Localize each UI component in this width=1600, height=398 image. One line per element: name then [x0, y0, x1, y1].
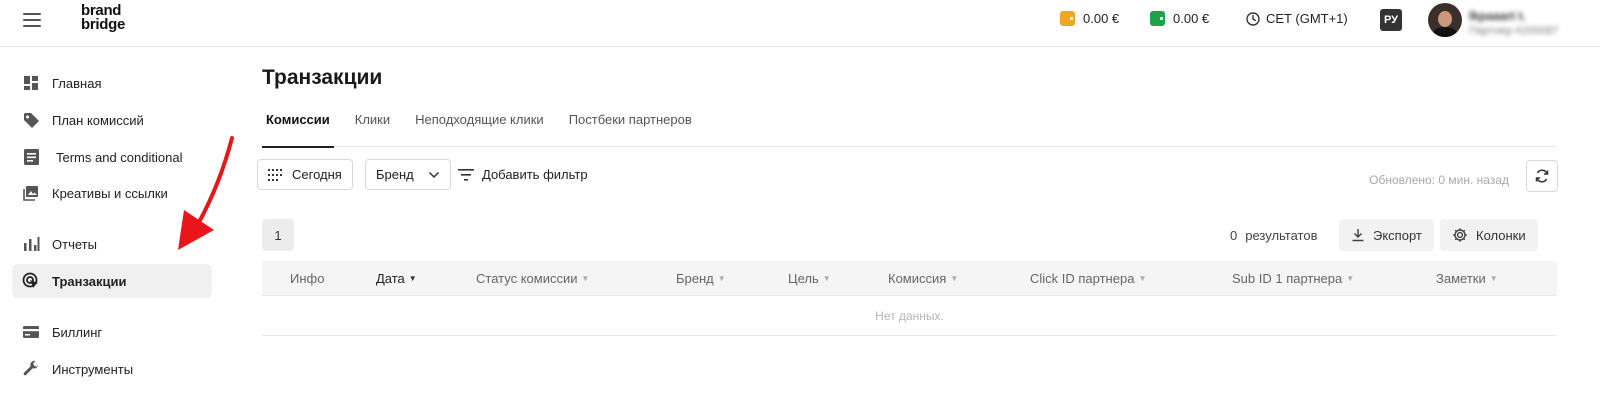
clock-icon	[1246, 11, 1260, 26]
user-partner-id: Партнер #200087	[1469, 25, 1559, 37]
wallet-amount-1: 0.00 €	[1083, 11, 1120, 26]
pagination-page[interactable]: 1	[262, 219, 294, 251]
chevron-down-icon	[428, 171, 439, 178]
credit-card-icon	[22, 323, 40, 341]
column-header-goal[interactable]: Цель ▼	[788, 271, 831, 286]
filter-icon	[458, 168, 474, 181]
refresh-icon	[1535, 169, 1549, 183]
column-header-sub-id[interactable]: Sub ID 1 партнера ▼	[1232, 271, 1354, 286]
results-label: результатов	[1245, 228, 1318, 243]
logo[interactable]: brand bridge	[81, 3, 126, 33]
brand-filter-dropdown[interactable]: Бренд	[365, 159, 451, 190]
sidebar-item-label: Биллинг	[52, 324, 103, 340]
column-header-commission[interactable]: Комиссия ▼	[888, 271, 958, 286]
results-number: 0	[1230, 228, 1238, 243]
red-arrow-icon	[178, 136, 234, 250]
sort-caret-icon: ▼	[1346, 274, 1355, 283]
tab-commissions[interactable]: Комиссии	[262, 107, 334, 148]
download-icon	[1352, 229, 1364, 242]
column-header-click-id[interactable]: Click ID партнера ▼	[1030, 271, 1146, 286]
column-header-brand[interactable]: Бренд ▼	[676, 271, 726, 286]
column-header-date[interactable]: Дата ▼	[376, 271, 417, 286]
logo-line-2: bridge	[81, 16, 126, 33]
sidebar-item-home[interactable]: Главная	[12, 66, 212, 100]
top-bar: brand bridge 0.00 € 0.00 € CET (GMT+1) Р…	[0, 0, 1600, 47]
date-filter-label: Сегодня	[292, 167, 342, 182]
column-header-info: Инфо	[290, 271, 325, 286]
calendar-grid-icon	[268, 168, 282, 181]
sidebar-item-label: Главная	[52, 75, 102, 91]
sidebar-item-label: План комиссий	[52, 112, 144, 128]
wallet-amount-2: 0.00 €	[1173, 11, 1210, 26]
sort-caret-icon: ▼	[581, 274, 590, 283]
dashboard-icon	[22, 74, 40, 92]
table-header: Инфо Дата ▼ Статус комиссии ▼ Бренд ▼ Цель ▼…	[262, 261, 1557, 296]
updated-status: Обновлено: 0 мин. назад	[1369, 173, 1509, 187]
bar-chart-icon	[22, 235, 40, 253]
sort-caret-icon: ▼	[1138, 274, 1147, 283]
wallet-icon	[1150, 11, 1165, 26]
menu-icon[interactable]	[23, 13, 41, 27]
wrench-icon	[22, 360, 40, 378]
export-label: Экспорт	[1373, 227, 1422, 243]
sidebar-item-label: Terms and conditional	[56, 149, 183, 165]
user-info[interactable]: lkpaaart t. Партнер #200087	[1469, 9, 1558, 37]
timezone-label: CET (GMT+1)	[1266, 11, 1348, 26]
brand-filter-label: Бренд	[376, 167, 414, 182]
sidebar-item-label: Креативы и ссылки	[52, 185, 168, 201]
tab-invalid-clicks[interactable]: Неподходящие клики	[411, 107, 548, 147]
table-empty-state: Нет данных.	[262, 297, 1557, 336]
sidebar-item-billing[interactable]: Биллинг	[12, 315, 212, 349]
column-header-commission-status[interactable]: Статус комиссии ▼	[476, 271, 589, 286]
wallet-balance-1[interactable]: 0.00 €	[1060, 11, 1119, 26]
refresh-button[interactable]	[1526, 160, 1558, 192]
avatar[interactable]	[1428, 3, 1462, 37]
tab-bar: Комиссии Клики Неподходящие клики Постбе…	[262, 107, 1557, 148]
image-icon	[22, 184, 40, 202]
language-switcher[interactable]: РУ	[1380, 9, 1402, 31]
date-filter-button[interactable]: Сегодня	[257, 159, 353, 190]
sidebar-item-transactions[interactable]: Транзакции	[12, 264, 212, 298]
wallet-balance-2[interactable]: 0.00 €	[1150, 11, 1209, 26]
tab-clicks[interactable]: Клики	[351, 107, 394, 147]
sort-caret-icon: ▼	[408, 274, 417, 283]
timezone-selector[interactable]: CET (GMT+1)	[1246, 11, 1348, 26]
column-header-notes[interactable]: Заметки ▼	[1436, 271, 1498, 286]
sort-caret-icon: ▼	[822, 274, 831, 283]
sidebar-item-label: Инструменты	[52, 361, 134, 377]
wallet-icon	[1060, 11, 1075, 26]
results-count: 0 результатов	[1230, 228, 1317, 243]
sidebar-item-tools[interactable]: Инструменты	[12, 352, 212, 386]
tag-icon	[22, 111, 40, 129]
document-icon	[22, 148, 40, 166]
sidebar-item-label: Отчеты	[52, 236, 97, 252]
export-button[interactable]: Экспорт	[1339, 219, 1434, 251]
page-title: Транзакции	[262, 66, 383, 89]
sort-caret-icon: ▼	[950, 274, 959, 283]
sort-caret-icon: ▼	[717, 274, 726, 283]
add-filter-button[interactable]: Добавить фильтр	[458, 167, 588, 182]
columns-label: Колонки	[1476, 227, 1526, 243]
tab-partner-postbacks[interactable]: Постбеки партнеров	[565, 107, 696, 147]
sidebar-item-label: Транзакции	[52, 273, 127, 289]
user-name: lkpaaart t.	[1469, 9, 1526, 23]
transactions-icon	[22, 272, 40, 290]
gear-icon	[1453, 228, 1467, 242]
columns-button[interactable]: Колонки	[1440, 219, 1538, 251]
sort-caret-icon: ▼	[1489, 274, 1498, 283]
add-filter-label: Добавить фильтр	[482, 167, 588, 182]
